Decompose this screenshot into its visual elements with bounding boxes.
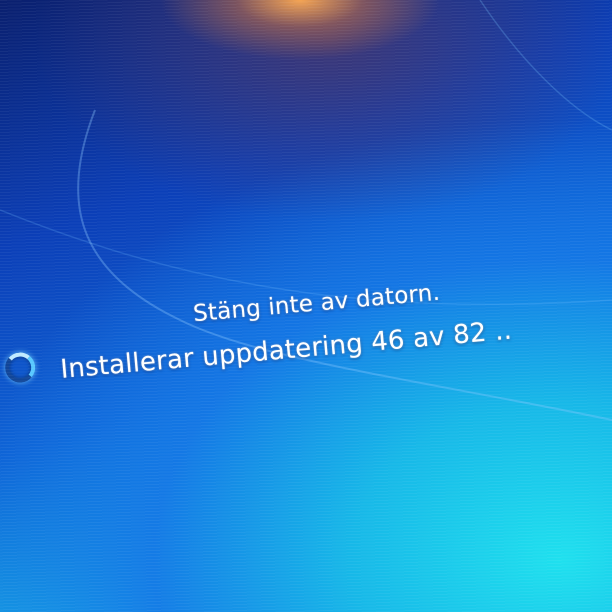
update-progress-text: Installerar uppdatering 46 av 82 .. <box>59 315 514 385</box>
shutdown-warning: Stäng inte av datorn. <box>192 279 442 328</box>
message-group: Stäng inte av datorn. Installerar uppdat… <box>0 0 612 612</box>
loading-spinner-icon <box>3 351 37 384</box>
update-screen: Stäng inte av datorn. Installerar uppdat… <box>0 0 612 612</box>
